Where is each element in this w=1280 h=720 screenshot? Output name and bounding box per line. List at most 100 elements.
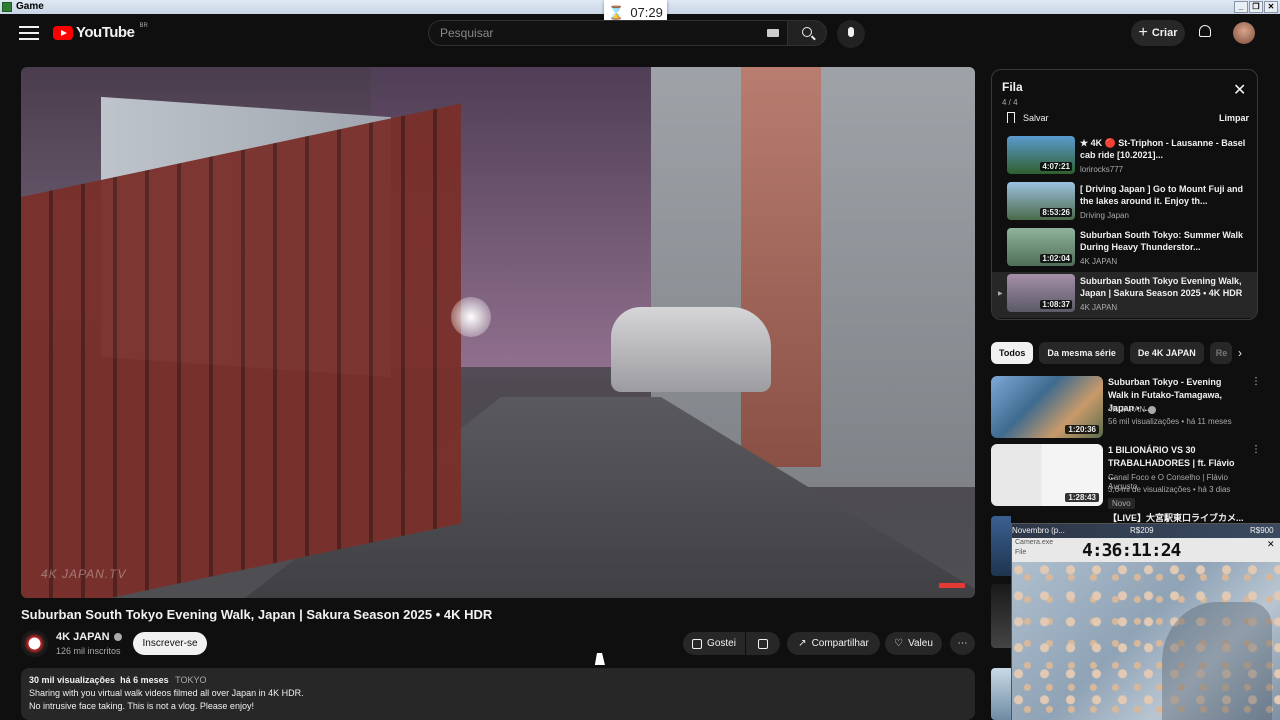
queue-item[interactable]: 1:02:04 Suburban South Tokyo: Summer Wal… bbox=[992, 226, 1257, 272]
save-queue-button[interactable]: Salvar bbox=[1007, 112, 1049, 123]
duration-badge: 1:02:04 bbox=[1040, 254, 1072, 263]
duration-badge: 4:07:21 bbox=[1040, 162, 1072, 171]
more-vertical-icon[interactable]: ⋯ bbox=[1250, 376, 1261, 384]
partial-thumbnail[interactable] bbox=[991, 584, 1011, 648]
menu-icon[interactable] bbox=[19, 26, 39, 40]
channel-subscribers: 126 mil inscritos bbox=[56, 646, 121, 656]
overlay-toolbar: Camera.exe File 4:36:11:24 ✕ bbox=[1012, 538, 1280, 562]
queue-thumbnail: 8:53:26 bbox=[1007, 182, 1075, 220]
queue-thumbnail: 1:02:04 bbox=[1007, 228, 1075, 266]
account-avatar[interactable] bbox=[1233, 22, 1255, 44]
thumbs-down-icon bbox=[758, 638, 768, 649]
youtube-logo[interactable]: YouTube BR bbox=[53, 22, 148, 41]
queue-item-title: Suburban South Tokyo Evening Walk, Japan… bbox=[1080, 276, 1243, 298]
duration-badge: 1:20:36 bbox=[1065, 425, 1099, 434]
more-horizontal-icon: ⋯ bbox=[957, 638, 968, 649]
create-label: Criar bbox=[1151, 27, 1178, 39]
recommendation-thumbnail: 1:28:43 bbox=[991, 444, 1103, 506]
channel-name[interactable]: 4K JAPAN bbox=[56, 631, 122, 643]
keyboard-icon[interactable] bbox=[767, 29, 779, 37]
queue-item-title: ★ 4K 🔴 St-Triphon - Lausanne - Basel cab… bbox=[1080, 138, 1246, 160]
more-actions-button[interactable]: ⋯ bbox=[950, 632, 975, 655]
video-scene-brick-wall bbox=[741, 67, 821, 467]
queue-item-channel: Driving Japan bbox=[1080, 211, 1129, 220]
microphone-icon bbox=[848, 27, 854, 37]
upload-age: há 6 meses bbox=[120, 675, 169, 685]
recommendation-channel: 4K JAPAN bbox=[1108, 405, 1157, 414]
bookmark-icon bbox=[1007, 112, 1015, 123]
recommendation-item[interactable]: 1:20:36 Suburban Tokyo - Evening Walk in… bbox=[991, 376, 1261, 440]
video-title: Suburban South Tokyo Evening Walk, Japan… bbox=[21, 607, 493, 622]
hashtag[interactable]: TOKYO bbox=[175, 675, 206, 685]
overlay-menu-file[interactable]: File bbox=[1015, 549, 1026, 556]
close-icon[interactable]: ✕ bbox=[1267, 539, 1275, 550]
app-icon bbox=[2, 2, 12, 12]
duration-badge: 1:28:43 bbox=[1065, 493, 1099, 502]
minimize-icon[interactable]: _ bbox=[1234, 1, 1248, 13]
chip-related[interactable]: Re bbox=[1209, 342, 1232, 364]
queue-item[interactable]: 4:07:21 ★ 4K 🔴 St-Triphon - Lausanne - B… bbox=[992, 134, 1257, 180]
notifications-icon[interactable] bbox=[1199, 25, 1211, 37]
overlay-header-mid: R$209 bbox=[1130, 526, 1154, 535]
subscribe-button[interactable]: Inscrever-se bbox=[133, 632, 207, 655]
chevron-right-icon[interactable]: › bbox=[1238, 346, 1242, 360]
save-label: Salvar bbox=[1023, 112, 1049, 123]
verified-icon bbox=[113, 633, 122, 641]
queue-thumbnail: 1:08:37 bbox=[1007, 274, 1075, 312]
create-button[interactable]: + Criar bbox=[1131, 20, 1185, 46]
like-button[interactable]: Gostei bbox=[683, 632, 745, 655]
view-count: 30 mil visualizações bbox=[29, 675, 116, 685]
dislike-button[interactable] bbox=[746, 632, 780, 655]
channel-name-text: 4K JAPAN bbox=[1108, 405, 1146, 414]
queue-item[interactable]: 8:53:26 [ Driving Japan ] Go to Mount Fu… bbox=[992, 180, 1257, 226]
video-watermark: 4K JAPAN.TV bbox=[41, 567, 127, 581]
channel-avatar[interactable] bbox=[21, 630, 48, 657]
youtube-play-icon bbox=[53, 25, 73, 40]
now-playing-icon: ▶ bbox=[998, 291, 1003, 297]
clear-queue-button[interactable]: Limpar bbox=[1219, 113, 1249, 123]
chip-from-channel[interactable]: De 4K JAPAN bbox=[1129, 342, 1204, 364]
video-scene-fence bbox=[21, 103, 461, 598]
overlay-header-left: Novembro (p... bbox=[1012, 526, 1065, 535]
mouse-cursor-icon bbox=[594, 653, 608, 665]
plus-icon: + bbox=[1138, 24, 1148, 41]
queue-item-channel: 4K JAPAN bbox=[1080, 303, 1118, 312]
voice-search-button[interactable] bbox=[837, 20, 865, 48]
recommendation-item[interactable]: 1:28:43 1 BILIONÁRIO VS 30 TRABALHADORES… bbox=[991, 444, 1261, 509]
thanks-label: Valeu bbox=[908, 638, 933, 649]
close-icon[interactable]: ✕ bbox=[1233, 83, 1246, 99]
duration-badge: 1:08:37 bbox=[1040, 300, 1072, 309]
queue-item-current[interactable]: ▶ 1:08:37 Suburban South Tokyo Evening W… bbox=[992, 272, 1257, 318]
share-button[interactable]: ↗ Compartilhar bbox=[787, 632, 880, 655]
restore-icon[interactable]: ❐ bbox=[1249, 1, 1263, 13]
camera-overlay-window[interactable]: Novembro (p... R$209 R$900 Camera.exe Fi… bbox=[1011, 523, 1280, 720]
overlay-header-right: R$900 bbox=[1250, 526, 1274, 535]
thanks-button[interactable]: ♡ Valeu bbox=[885, 632, 942, 655]
logo-wordmark: YouTube bbox=[76, 24, 135, 41]
chip-all[interactable]: Todos bbox=[991, 342, 1034, 364]
filter-chips: Todos Da mesma série De 4K JAPAN Re bbox=[991, 342, 1232, 364]
chip-same-series[interactable]: Da mesma série bbox=[1039, 342, 1124, 364]
partial-thumbnail[interactable] bbox=[991, 516, 1011, 576]
search-input[interactable] bbox=[440, 26, 740, 40]
queue-item-title: Suburban South Tokyo: Summer Walk During… bbox=[1080, 230, 1244, 252]
more-vertical-icon[interactable]: ⋯ bbox=[1250, 444, 1261, 452]
recommendation-views: 56 mil visualizações • há 11 meses bbox=[1108, 417, 1232, 426]
search-button[interactable] bbox=[787, 20, 827, 46]
search-icon bbox=[802, 27, 812, 37]
description-box[interactable]: 30 mil visualizações há 6 meses TOKYO Sh… bbox=[21, 668, 975, 720]
overlay-header: Novembro (p... R$209 R$900 bbox=[1012, 524, 1280, 538]
queue-item-title: [ Driving Japan ] Go to Mount Fuji and t… bbox=[1080, 184, 1243, 206]
recommendation-views: 3,6 mi de visualizações • há 3 dias bbox=[1108, 485, 1231, 494]
queue-thumbnail: 4:07:21 bbox=[1007, 136, 1075, 174]
queue-title: Fila bbox=[1002, 80, 1023, 94]
video-scene-car bbox=[611, 307, 771, 392]
region-code: BR bbox=[139, 22, 148, 29]
close-window-icon[interactable]: ✕ bbox=[1264, 1, 1278, 13]
new-badge: Novo bbox=[1108, 498, 1135, 509]
partial-thumbnail[interactable] bbox=[991, 668, 1011, 720]
camera-feed bbox=[1012, 562, 1280, 720]
video-scene-streetlight bbox=[451, 297, 491, 337]
masthead: YouTube BR + Criar bbox=[0, 14, 1280, 54]
video-player[interactable]: 4K JAPAN.TV bbox=[21, 67, 975, 598]
